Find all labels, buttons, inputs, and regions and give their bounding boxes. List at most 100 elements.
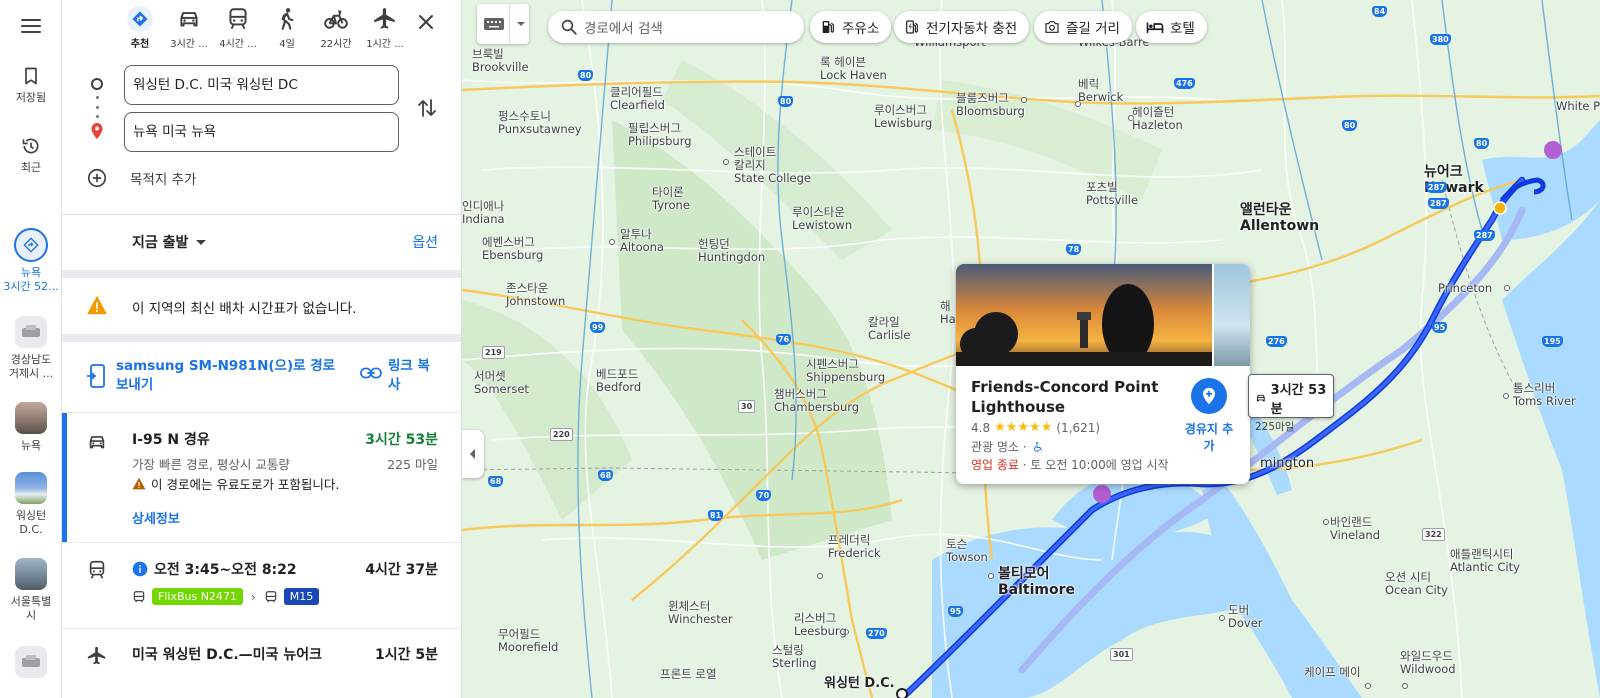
route-option-transit[interactable]: 오전 3:45~오전 8:22 4시간 37분 FlixBus N2471 › …	[62, 542, 461, 628]
route-car-title: I-95 N 경유	[132, 432, 210, 448]
depart-time-label: 지금 출발	[132, 235, 189, 251]
rail-recent-extra[interactable]	[0, 646, 62, 683]
highway-shield: 99	[590, 322, 606, 333]
highway-shield: 270	[866, 628, 887, 639]
route-callout-time-row: 3시간 53분	[1255, 379, 1327, 417]
map-label-sterling: 스털링 Sterling	[772, 643, 817, 670]
route-transit-time: 4시간 37분	[365, 562, 438, 578]
rail-recent-washington[interactable]: 워싱턴 D.C.	[0, 472, 62, 537]
destination-input[interactable]: 뉴욕 미국 뉴욕	[124, 112, 399, 152]
route-transit-legs: FlixBus N2471 › M15	[132, 588, 320, 605]
map-label-frontroyal: 프론트 로열	[660, 667, 717, 681]
history-icon	[22, 138, 39, 154]
route-search-input[interactable]: 경로에서 검색	[548, 11, 804, 43]
add-stop-button[interactable]: 경유지 추가	[1180, 378, 1238, 454]
highway-shield: 301	[1110, 648, 1133, 661]
route-dots-icon	[96, 96, 99, 118]
route-time-callout[interactable]: 3시간 53분 225마일	[1248, 374, 1334, 433]
warning-icon	[132, 477, 146, 490]
mode-transit[interactable]: 4시간 ...	[214, 6, 262, 50]
map-label-washington: 워싱턴 D.C.	[824, 676, 895, 691]
place-card[interactable]: Friends-Concord Point Lighthouse 4.8 ★★★…	[956, 264, 1250, 484]
send-to-phone-link[interactable]: samsung SM-N981N(으)로 경로 보내기	[116, 357, 346, 395]
route-transit-title-row: 오전 3:45~오전 8:22	[132, 559, 297, 579]
mode-car[interactable]: 3시간 ...	[165, 6, 213, 50]
rail-recent-seoul[interactable]: 서울특별 시	[0, 558, 62, 623]
rail-recent-geoje[interactable]: 경상남도 거제시 ...	[0, 316, 62, 381]
chip-ev-charging[interactable]: 전기자동차 충전	[894, 11, 1030, 43]
route-flight-title: 미국 워싱턴 D.C.—미국 뉴어크	[132, 647, 322, 663]
route-car-details-link[interactable]: 상세정보	[132, 508, 180, 527]
map-label-baltimore: 볼티모어 Baltimore	[998, 566, 1076, 598]
divider	[62, 334, 461, 342]
mode-bike-label: 22시간	[320, 39, 352, 50]
route-callout-distance: 225마일	[1255, 421, 1295, 433]
chip-hotels-label: 호텔	[1170, 21, 1195, 37]
rail-seoul-label-2: 시	[25, 609, 37, 622]
destination-pin-icon	[91, 123, 103, 139]
route-inputs: 워싱턴 D.C. 미국 워싱턴 DC 뉴욕 미국 뉴욕 목적지 추가	[62, 60, 461, 200]
map-label-wildwood: 와일드우드 Wildwood	[1400, 649, 1456, 676]
chip-things-to-do[interactable]: 즐길 거리	[1034, 11, 1132, 43]
highway-shield: 78	[1066, 244, 1082, 255]
car-icon	[180, 12, 198, 27]
route-option-flight[interactable]: 미국 워싱턴 D.C.—미국 뉴어크 1시간 5분	[62, 628, 461, 698]
input-tools-button[interactable]	[477, 4, 529, 44]
train-icon	[229, 8, 247, 30]
map-label-allentown: 앨런타운 Allentown	[1240, 202, 1320, 234]
mode-recommended[interactable]: 추천	[116, 6, 164, 50]
chip-gas-station[interactable]: 주유소	[810, 11, 892, 43]
route-flight-time: 1시간 5분	[375, 647, 438, 663]
highway-shield: 380	[1430, 34, 1451, 45]
origin-input[interactable]: 워싱턴 D.C. 미국 워싱턴 DC	[124, 65, 399, 105]
swap-icon[interactable]	[415, 96, 439, 120]
close-icon[interactable]	[414, 10, 438, 34]
highway-shield: 80	[778, 96, 794, 107]
menu-button[interactable]	[14, 14, 48, 38]
copy-link-button[interactable]: 링크 복사	[388, 357, 438, 395]
rail-active-label-2: 3시간 52...	[3, 280, 59, 293]
depart-time-dropdown[interactable]: 지금 출발	[132, 232, 207, 252]
place-category-row: 관광 명소 ·	[971, 438, 1044, 455]
share-row: samsung SM-N981N(으)로 경로 보내기 링크 복사	[62, 346, 461, 410]
map-canvas[interactable]: 브룩빌 Brookville 클리어필드 Clearfield 록 헤이븐 Lock …	[462, 0, 1600, 698]
rail-recent[interactable]: 최근	[0, 136, 62, 175]
map-label-lewistown: 루이스타운 Lewistown	[792, 205, 853, 232]
seoul-thumbnail	[15, 558, 47, 590]
mode-walk[interactable]: 4일	[263, 6, 311, 50]
place-closed-status: 영업 종료	[971, 458, 1019, 472]
map-label-leesburg: 리스버그 Leesburg	[794, 611, 847, 638]
mode-flight[interactable]: 1시간 ...	[361, 6, 409, 50]
search-icon	[561, 19, 577, 35]
collapse-panel-button[interactable]	[462, 430, 484, 478]
highway-shield: 81	[708, 510, 724, 521]
star-rating-icon: ★★★★★	[994, 420, 1053, 435]
place-category: 관광 명소 ·	[971, 440, 1027, 454]
menu-icon-bar	[21, 31, 41, 33]
map-label-tomsriver: 톰스리버 Toms River	[1513, 381, 1576, 408]
schedule-alert-text: 이 지역의 최신 배차 시간표가 없습니다.	[132, 301, 357, 317]
map-label-somerset: 서머셋 Somerset	[474, 369, 529, 396]
route-car-warning: 이 경로에는 유료도로가 포함됩니다.	[132, 474, 339, 493]
rail-recent-newyork[interactable]: 뉴욕	[0, 402, 62, 453]
add-destination-button[interactable]: 목적지 추가	[86, 166, 196, 190]
options-button[interactable]: 옵션	[412, 232, 438, 252]
m15-badge: M15	[283, 588, 320, 605]
map-label-vineland: 바인랜드 Vineland	[1330, 515, 1381, 542]
highway-shield: 80	[1474, 138, 1490, 149]
route-option-car[interactable]: I-95 N 경유 3시간 53분 가장 빠른 경로, 평상시 교통량 225 …	[62, 412, 461, 542]
directions-panel: 추천 3시간 ... 4시간 ... 4일 22시간 1시간 ... 워싱턴 D…	[62, 0, 462, 698]
map-label-carlisle: 칼라일 Carlisle	[868, 315, 911, 342]
highway-shield: 322	[1422, 528, 1445, 541]
chip-hotels[interactable]: 호텔	[1136, 11, 1207, 43]
rail-newyork-label: 뉴욕	[20, 439, 42, 452]
rail-active-route[interactable]: 뉴욕 3시간 52...	[0, 228, 62, 294]
rail-geoje-label-1: 경상남도	[10, 353, 52, 366]
caret-down-icon	[196, 239, 207, 245]
add-stop-label: 경유지 추가	[1184, 422, 1234, 453]
rail-saved[interactable]: 저장됨	[0, 66, 62, 105]
mode-bike[interactable]: 22시간	[312, 6, 360, 50]
map-label-altoona: 알투나 Altoona	[620, 227, 664, 254]
route-car-time: 3시간 53분	[365, 432, 438, 448]
route-search-placeholder: 경로에서 검색	[584, 21, 663, 37]
